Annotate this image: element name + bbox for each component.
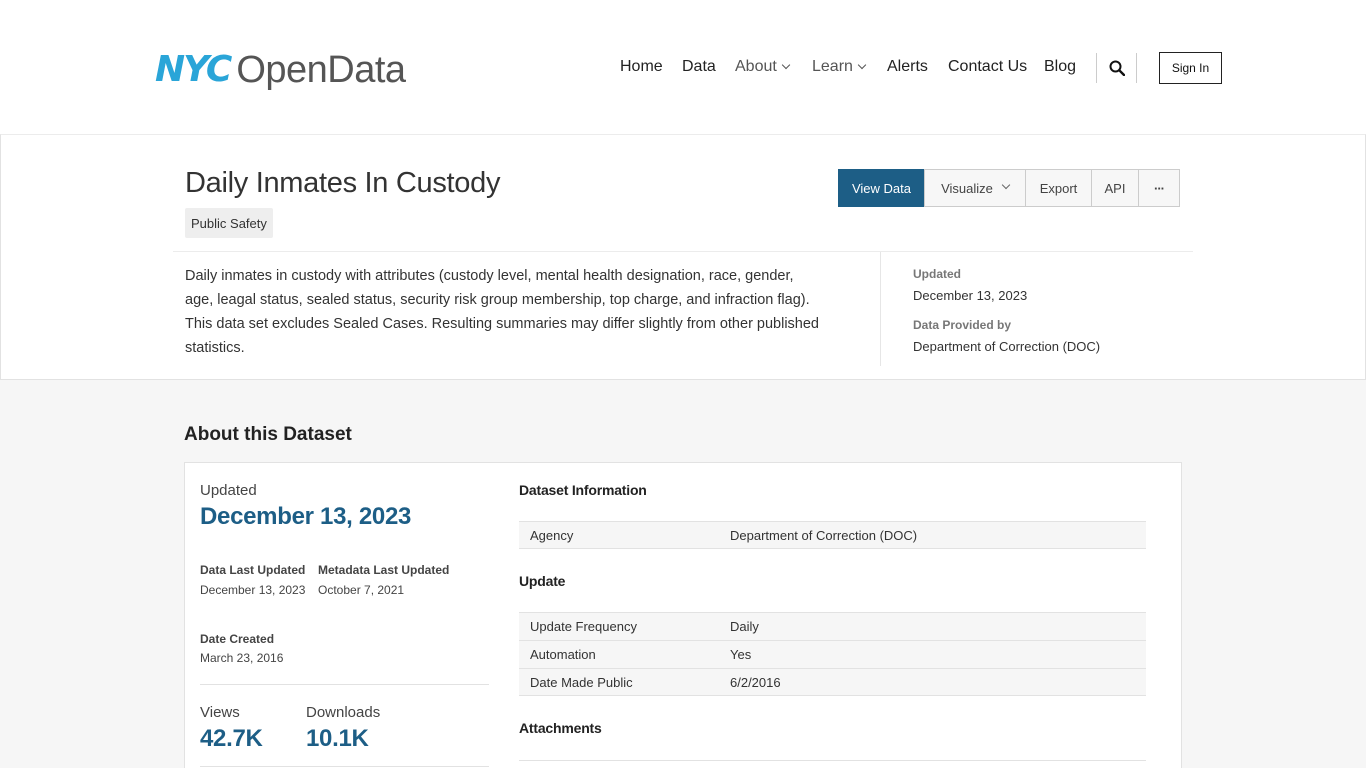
export-button[interactable]: Export [1025,169,1092,207]
views-label: Views [200,704,240,721]
downloads-label: Downloads [306,704,381,721]
table-row: Agency Department of Correction (DOC) [519,521,1146,549]
stats-divider [200,766,489,767]
stats-divider [200,684,489,685]
visualize-label: Visualize [941,180,993,196]
logo-opendata-text: OpenData [236,49,406,91]
header-divider [173,251,1193,252]
nav-divider [1096,53,1097,83]
meta-divider [880,252,881,366]
nav-home[interactable]: Home [620,58,663,76]
chevron-down-icon [1001,180,1011,190]
api-button[interactable]: API [1091,169,1139,207]
row-key: Update Frequency [530,619,637,634]
nav-alerts[interactable]: Alerts [887,58,928,76]
views-value: 42.7K [200,725,263,752]
visualize-button[interactable]: Visualize [924,169,1026,207]
provided-by-value: Department of Correction (DOC) [913,339,1101,354]
nav-learn[interactable]: Learn [812,58,867,76]
provided-by-label: Data Provided by [913,318,1012,332]
more-options-button[interactable]: ··· [1138,169,1180,207]
date-created-value: March 23, 2016 [200,651,284,665]
dataset-description: Daily inmates in custody with attributes… [185,268,819,356]
row-key: Agency [530,527,574,543]
dataset-information-heading: Dataset Information [519,482,647,498]
sign-in-button[interactable]: Sign In [1159,52,1222,84]
nav-about[interactable]: About [735,58,791,76]
dataset-title: Daily Inmates In Custody [185,167,501,199]
nav-contact-us[interactable]: Contact Us [948,58,1027,76]
about-updated-label: Updated [200,482,257,499]
site-header: NYC OpenData Home Data About Learn Alert… [0,0,1366,134]
metadata-last-updated-value: October 7, 2021 [318,583,405,597]
nav-blog[interactable]: Blog [1044,58,1076,76]
chevron-down-icon [781,60,791,70]
attachments-heading: Attachments [519,720,602,736]
downloads-value: 10.1K [306,725,369,752]
nav-divider [1136,53,1137,83]
nav-data[interactable]: Data [682,58,716,76]
about-heading: About this Dataset [184,424,352,445]
attachments-divider [519,760,1146,761]
row-value: Department of Correction (DOC) [730,527,918,543]
row-key: Date Made Public [530,674,633,690]
row-value: Yes [730,647,752,662]
date-created-label: Date Created [200,632,275,646]
data-last-updated-value: December 13, 2023 [200,583,306,597]
row-value: Daily [730,619,759,634]
updated-value: December 13, 2023 [913,288,1028,303]
nav-learn-label: Learn [812,58,853,75]
update-heading: Update [519,573,566,589]
row-value: 6/2/2016 [730,674,781,690]
metadata-last-updated-label: Metadata Last Updated [318,563,450,577]
chevron-down-icon [857,60,867,70]
updated-label: Updated [913,267,961,281]
view-data-button[interactable]: View Data [838,169,925,207]
about-updated-value: December 13, 2023 [200,503,412,530]
table-row: Date Made Public 6/2/2016 [519,668,1146,696]
nyc-opendata-logo[interactable]: NYC OpenData [155,50,406,90]
row-key: Automation [530,647,596,662]
logo-nyc-text: NYC [155,49,232,90]
category-tag[interactable]: Public Safety [185,208,273,238]
dataset-actions: View Data Visualize Export API ··· [838,169,1180,207]
data-last-updated-label: Data Last Updated [200,563,306,577]
nav-about-label: About [735,58,777,75]
table-row: Automation Yes [519,640,1146,668]
table-row: Update Frequency Daily [519,612,1146,640]
search-icon[interactable] [1109,60,1125,76]
